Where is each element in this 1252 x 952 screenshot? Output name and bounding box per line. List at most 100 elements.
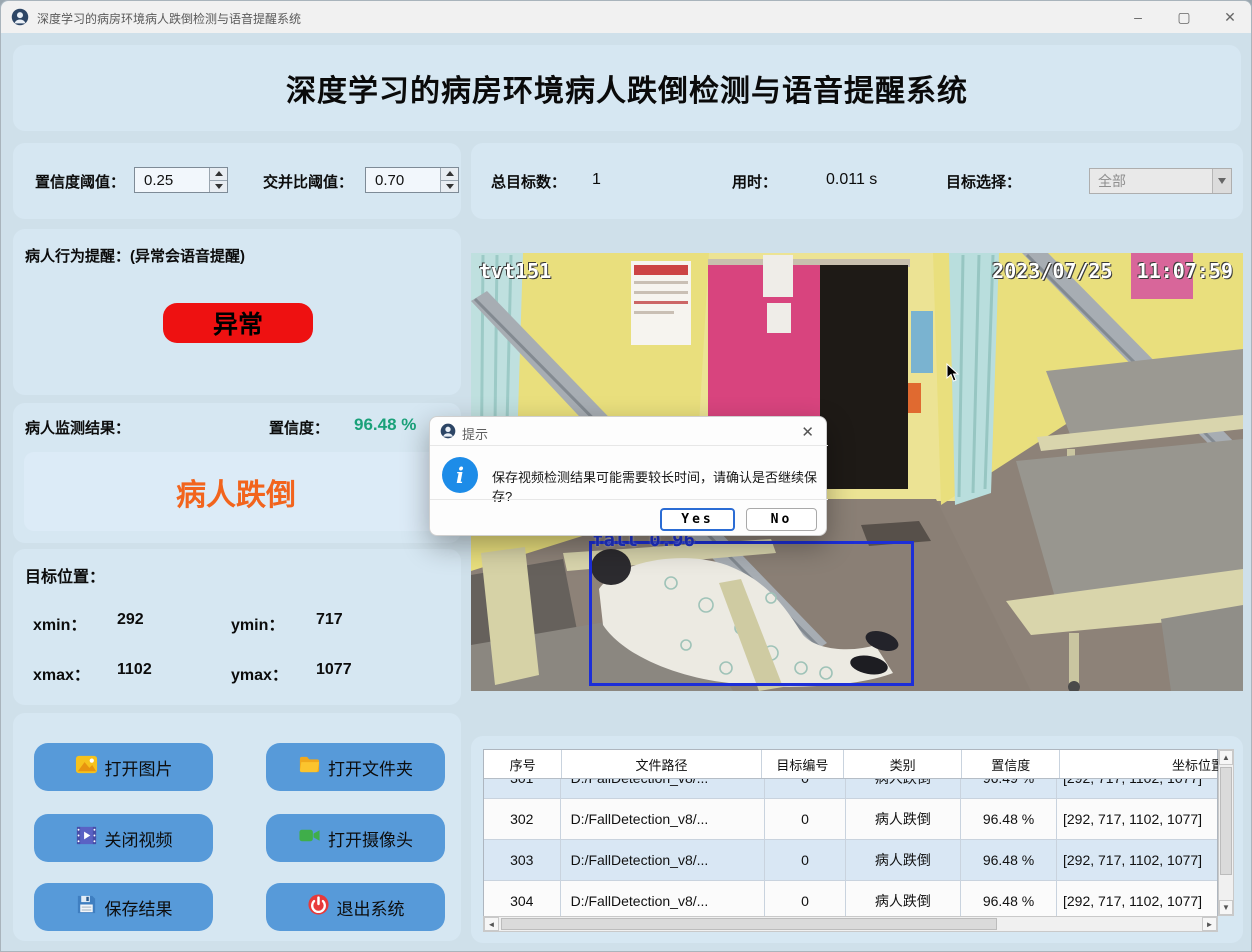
open-folder-button[interactable]: 打开文件夹 (266, 743, 445, 791)
cell-coords: [292, 717, 1102, 1077] (1057, 779, 1217, 798)
cell-index: 303 (484, 840, 561, 880)
elapsed-time-value: 0.011 s (826, 171, 877, 189)
cell-category: 病人跌倒 (846, 881, 961, 921)
camera-icon (298, 824, 321, 852)
app-logo-icon (11, 8, 29, 26)
scroll-down-icon[interactable]: ▼ (1219, 900, 1233, 915)
film-icon (75, 824, 98, 852)
iou-spin-down[interactable] (441, 180, 458, 193)
cell-confidence: 96.48 % (961, 881, 1057, 921)
table-row[interactable]: 301 D:/FallDetection_v8/... 0 病人跌倒 96.49… (484, 779, 1217, 798)
confidence-spin-up[interactable] (210, 168, 227, 180)
col-header-category[interactable]: 类别 (844, 750, 962, 778)
table-row[interactable]: 302 D:/FallDetection_v8/... 0 病人跌倒 96.48… (484, 799, 1217, 840)
cell-target-id: 0 (765, 840, 845, 880)
iou-threshold-spinbox[interactable]: 0.70 (365, 167, 459, 193)
xmax-value: 1102 (117, 661, 152, 679)
col-header-coords[interactable]: 坐标位置 (1060, 750, 1224, 778)
open-folder-label: 打开文件夹 (328, 755, 413, 780)
monitor-result-panel: 病人监测结果： 置信度： 96.48 % 病人跌倒 (13, 403, 461, 543)
total-targets-label: 总目标数： (491, 171, 566, 192)
actions-panel: 打开图片 打开文件夹 关闭视频 打开摄像头 保存结果 退出系统 (13, 713, 461, 941)
mouse-cursor (946, 363, 960, 388)
behavior-alert-label: 病人行为提醒：(异常会语音提醒) (25, 245, 245, 266)
image-icon (75, 753, 98, 781)
horizontal-scrollbar[interactable]: ◄ ► (483, 916, 1218, 932)
total-targets-value: 1 (592, 171, 601, 189)
xmin-label: xmin： (33, 611, 86, 635)
cell-filepath: D:/FallDetection_v8/... (561, 881, 766, 921)
cell-index: 301 (484, 779, 561, 798)
ymax-label: ymax： (231, 661, 288, 685)
yes-button[interactable]: Yes (660, 508, 735, 531)
target-select-dropdown[interactable]: 全部 (1089, 168, 1232, 194)
open-camera-label: 打开摄像头 (328, 826, 413, 851)
chevron-down-icon[interactable] (1212, 169, 1231, 193)
cell-filepath: D:/FallDetection_v8/... (561, 779, 766, 798)
confidence-spin-down[interactable] (210, 180, 227, 193)
col-header-confidence[interactable]: 置信度 (962, 750, 1060, 778)
cell-index: 302 (484, 799, 561, 839)
cell-confidence: 96.48 % (961, 840, 1057, 880)
table-header-row: 序号 文件路径 目标编号 类别 置信度 坐标位置 (484, 750, 1217, 779)
col-header-target-id[interactable]: 目标编号 (762, 750, 844, 778)
cell-coords: [292, 717, 1102, 1077] (1057, 840, 1217, 880)
save-icon (75, 893, 98, 921)
exit-system-label: 退出系统 (337, 895, 405, 920)
vertical-scroll-thumb[interactable] (1220, 767, 1232, 875)
threshold-panel: 置信度阈值： 0.25 交并比阈值： 0.70 (13, 143, 461, 219)
close-video-button[interactable]: 关闭视频 (34, 814, 213, 862)
open-image-label: 打开图片 (105, 755, 173, 780)
scroll-right-icon[interactable]: ► (1202, 917, 1217, 931)
cell-confidence: 96.48 % (961, 799, 1057, 839)
info-icon: i (442, 457, 478, 493)
confidence-value: 96.48 % (354, 415, 416, 435)
dialog-footer-separator (430, 499, 828, 500)
cell-coords: [292, 717, 1102, 1077] (1057, 881, 1217, 921)
iou-spin-up[interactable] (441, 168, 458, 180)
cell-target-id: 0 (765, 799, 845, 839)
col-header-filepath[interactable]: 文件路径 (562, 750, 761, 778)
open-image-button[interactable]: 打开图片 (34, 743, 213, 791)
no-button[interactable]: No (746, 508, 817, 531)
exit-system-button[interactable]: 退出系统 (266, 883, 445, 931)
table-row[interactable]: 304 D:/FallDetection_v8/... 0 病人跌倒 96.48… (484, 881, 1217, 921)
cell-category: 病人跌倒 (846, 779, 961, 798)
stats-panel: 总目标数： 1 用时： 0.011 s 目标选择： 全部 (471, 143, 1243, 219)
table-row[interactable]: 303 D:/FallDetection_v8/... 0 病人跌倒 96.48… (484, 840, 1217, 881)
title-bar: 深度学习的病房环境病人跌倒检测与语音提醒系统 – ▢ ✕ (1, 1, 1252, 33)
camera-id-overlay: tvt151 (479, 259, 551, 283)
target-position-label: 目标位置： (25, 563, 105, 587)
minimize-button[interactable]: – (1115, 1, 1161, 33)
status-badge: 异常 (163, 303, 313, 343)
detection-result-text: 病人跌倒 (24, 452, 448, 531)
save-result-button[interactable]: 保存结果 (34, 883, 213, 931)
iou-threshold-value[interactable]: 0.70 (366, 172, 440, 189)
close-button[interactable]: ✕ (1207, 1, 1252, 33)
monitor-result-label: 病人监测结果： (25, 417, 130, 438)
col-header-index[interactable]: 序号 (484, 750, 562, 778)
cell-category: 病人跌倒 (846, 799, 961, 839)
app-window: 深度学习的病房环境病人跌倒检测与语音提醒系统 – ▢ ✕ 深度学习的病房环境病人… (0, 0, 1252, 952)
vertical-scrollbar[interactable]: ▲ ▼ (1218, 749, 1234, 916)
iou-threshold-label: 交并比阈值： (263, 171, 353, 192)
confidence-threshold-label: 置信度阈值： (35, 171, 125, 192)
ymax-value: 1077 (316, 661, 352, 679)
scroll-left-icon[interactable]: ◄ (484, 917, 499, 931)
xmax-label: xmax： (33, 661, 90, 685)
maximize-button[interactable]: ▢ (1161, 1, 1207, 33)
scroll-up-icon[interactable]: ▲ (1219, 750, 1233, 765)
dialog-title-separator (430, 445, 828, 446)
timestamp-overlay: 2023/07/25 11:07:59 (992, 259, 1233, 283)
confidence-threshold-value[interactable]: 0.25 (135, 172, 209, 189)
ymin-label: ymin： (231, 611, 284, 635)
page-title: 深度学习的病房环境病人跌倒检测与语音提醒系统 (13, 66, 1241, 110)
open-camera-button[interactable]: 打开摄像头 (266, 814, 445, 862)
confidence-threshold-spinbox[interactable]: 0.25 (134, 167, 228, 193)
cell-target-id: 0 (765, 779, 845, 798)
close-video-label: 关闭视频 (105, 826, 173, 851)
save-result-label: 保存结果 (105, 895, 173, 920)
dialog-close-icon[interactable]: ✕ (801, 423, 814, 441)
cell-filepath: D:/FallDetection_v8/... (561, 840, 766, 880)
horizontal-scroll-thumb[interactable] (501, 918, 997, 930)
